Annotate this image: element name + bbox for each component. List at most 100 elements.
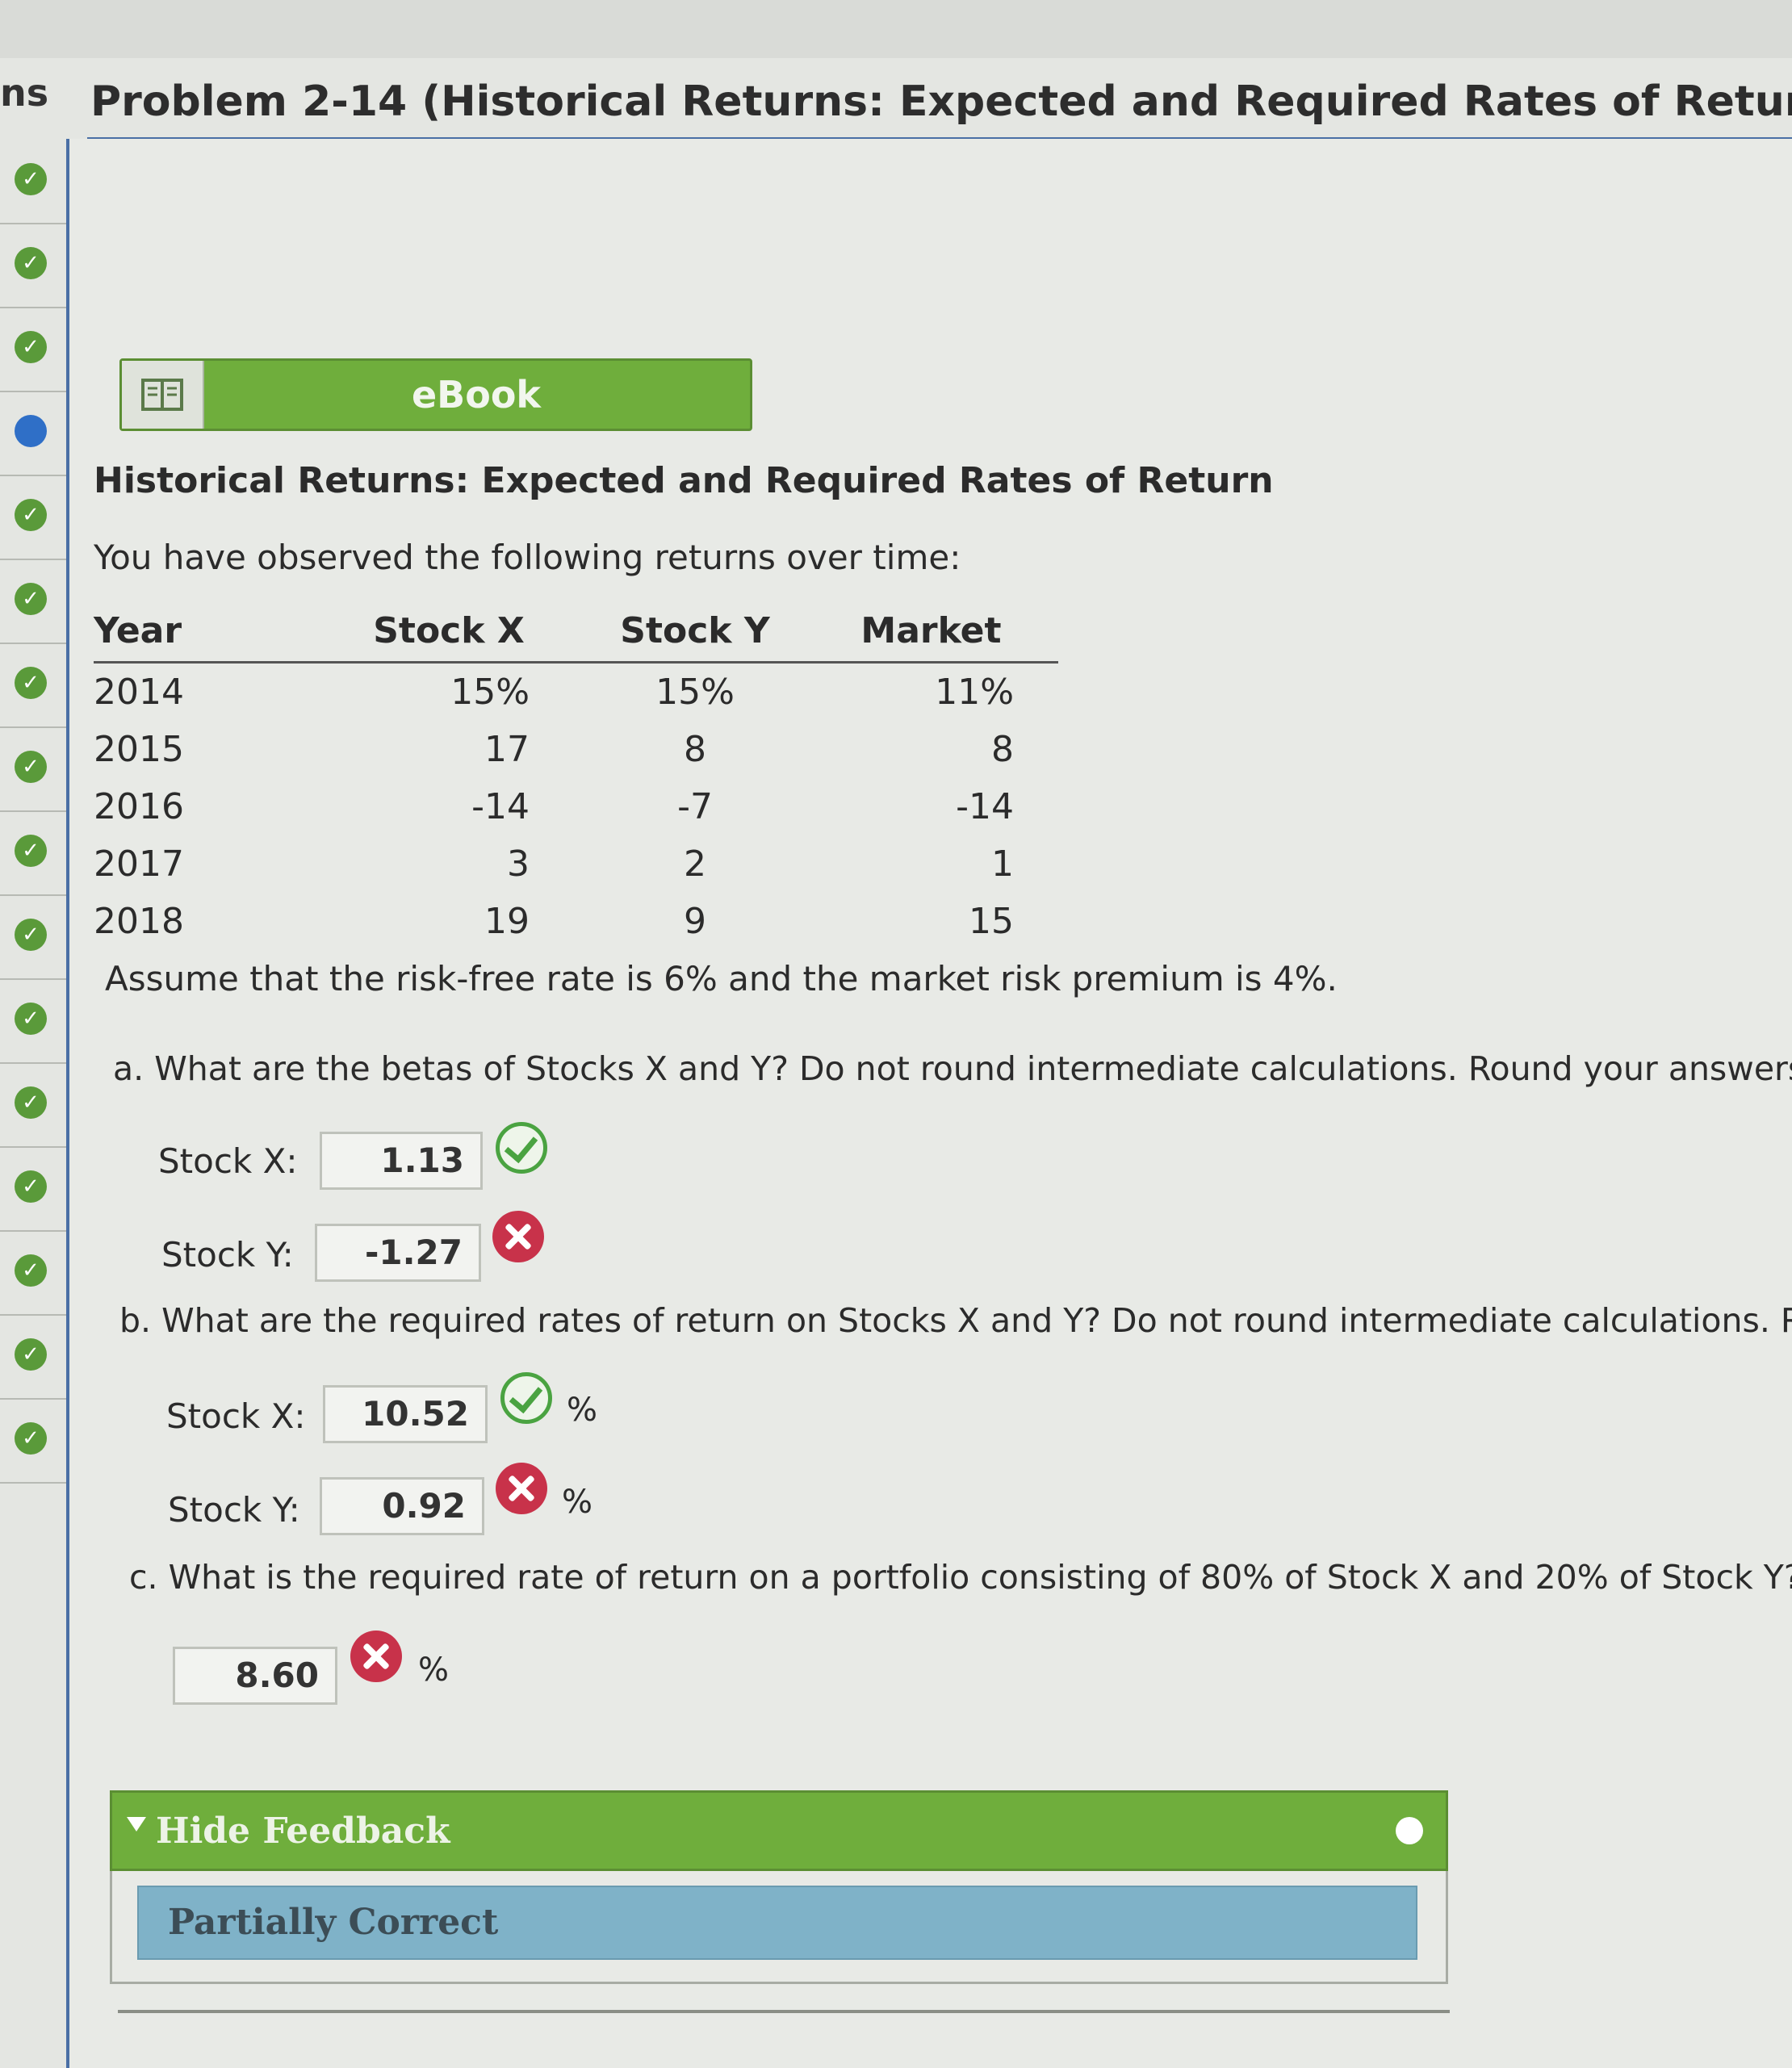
nav-item-5[interactable]: ✓ xyxy=(0,475,66,560)
page-title: Problem 2-14 (Historical Returns: Expect… xyxy=(90,77,1792,126)
assumption-text: Assume that the risk-free rate is 6% and… xyxy=(105,959,1338,998)
check-icon: ✓ xyxy=(15,1338,47,1371)
cell-year: 2015 xyxy=(94,729,184,770)
part-c-input[interactable]: 8.60 xyxy=(173,1647,337,1705)
status-dot-icon xyxy=(1396,1817,1423,1844)
cell-stock-y: 15% xyxy=(655,672,735,713)
nav-item-1[interactable]: ✓ xyxy=(0,139,66,224)
nav-item-8[interactable]: ✓ xyxy=(0,726,66,812)
ebook-label: eBook xyxy=(411,373,542,417)
incorrect-x-icon xyxy=(496,1463,547,1514)
hide-feedback-label: Hide Feedback xyxy=(156,1811,450,1852)
cell-stock-y: 9 xyxy=(684,901,706,942)
table-row: 2017 3 2 1 xyxy=(94,835,1058,893)
dot-icon xyxy=(15,415,47,447)
table-row: 2016 -14 -7 -14 xyxy=(94,778,1058,835)
cell-stock-x: 19 xyxy=(484,901,530,942)
problem-intro: You have observed the following returns … xyxy=(94,538,961,577)
nav-item-2[interactable]: ✓ xyxy=(0,223,66,308)
cell-year: 2014 xyxy=(94,672,184,713)
book-icon xyxy=(122,361,204,429)
correct-check-icon xyxy=(500,1372,552,1424)
question-b: b. What are the required rates of return… xyxy=(119,1301,1792,1340)
problem-heading: Historical Returns: Expected and Require… xyxy=(94,460,1274,501)
cell-stock-y: 8 xyxy=(684,729,706,770)
cell-stock-x: 3 xyxy=(507,844,530,885)
incorrect-x-icon xyxy=(350,1631,402,1682)
nav-item-10[interactable]: ✓ xyxy=(0,894,66,980)
table-row: 2014 15% 15% 11% xyxy=(94,663,1058,722)
question-nav: ✓ ✓ ✓ ✓ ✓ ✓ ✓ ✓ ✓ ✓ ✓ ✓ ✓ ✓ ✓ xyxy=(0,139,66,1527)
percent-unit: % xyxy=(567,1392,598,1429)
nav-item-7[interactable]: ✓ xyxy=(0,643,66,728)
cell-stock-y: 2 xyxy=(684,844,706,885)
part-b-stock-y-input[interactable]: 0.92 xyxy=(320,1477,484,1535)
ebook-button[interactable]: eBook xyxy=(119,358,752,431)
nav-item-11[interactable]: ✓ xyxy=(0,978,66,1064)
cell-year: 2017 xyxy=(94,844,184,885)
incorrect-x-icon xyxy=(492,1211,544,1262)
cell-market: 8 xyxy=(991,729,1014,770)
check-icon: ✓ xyxy=(15,583,47,615)
col-header-market: Market xyxy=(804,607,1058,664)
check-icon: ✓ xyxy=(15,1086,47,1119)
nav-item-3[interactable]: ✓ xyxy=(0,307,66,392)
part-a-stock-y-label: Stock Y: xyxy=(161,1235,294,1275)
check-icon: ✓ xyxy=(15,1003,47,1035)
check-icon: ✓ xyxy=(15,331,47,363)
cell-stock-x: 17 xyxy=(484,729,530,770)
check-icon: ✓ xyxy=(15,751,47,783)
sidebar-header-label: ns xyxy=(0,71,49,115)
cell-market: 15 xyxy=(969,901,1014,942)
percent-unit: % xyxy=(418,1651,450,1689)
col-header-year: Year xyxy=(94,607,312,664)
cell-market: -14 xyxy=(956,786,1014,827)
nav-item-12[interactable]: ✓ xyxy=(0,1062,66,1148)
check-icon: ✓ xyxy=(15,163,47,195)
part-b-stock-x-label: Stock X: xyxy=(166,1396,306,1436)
triangle-down-icon xyxy=(127,1817,146,1831)
percent-unit: % xyxy=(562,1484,593,1521)
nav-item-13[interactable]: ✓ xyxy=(0,1146,66,1232)
check-icon: ✓ xyxy=(15,667,47,699)
nav-item-4[interactable] xyxy=(0,391,66,476)
cell-stock-x: 15% xyxy=(450,672,530,713)
cell-stock-x: -14 xyxy=(471,786,530,827)
question-c: c. What is the required rate of return o… xyxy=(129,1558,1792,1597)
nav-item-16[interactable]: ✓ xyxy=(0,1398,66,1484)
part-b-stock-y-label: Stock Y: xyxy=(168,1490,300,1530)
cell-year: 2018 xyxy=(94,901,184,942)
question-a: a. What are the betas of Stocks X and Y?… xyxy=(113,1049,1792,1088)
hide-feedback-toggle[interactable]: Hide Feedback xyxy=(110,1790,1448,1871)
check-icon: ✓ xyxy=(15,1422,47,1455)
check-icon: ✓ xyxy=(15,1254,47,1287)
top-bar xyxy=(0,0,1792,58)
check-icon: ✓ xyxy=(15,919,47,951)
check-icon: ✓ xyxy=(15,247,47,279)
nav-item-15[interactable]: ✓ xyxy=(0,1314,66,1400)
part-a-stock-x-input[interactable]: 1.13 xyxy=(320,1132,483,1190)
part-a-stock-y-input[interactable]: -1.27 xyxy=(315,1224,481,1282)
feedback-status-text: Partially Correct xyxy=(168,1902,499,1943)
bottom-divider xyxy=(118,2010,1450,2013)
col-header-stock-x: Stock X xyxy=(312,607,586,664)
check-icon: ✓ xyxy=(15,1170,47,1203)
feedback-status-banner: Partially Correct xyxy=(137,1886,1417,1960)
nav-item-9[interactable]: ✓ xyxy=(0,810,66,896)
part-a-stock-x-label: Stock X: xyxy=(158,1141,298,1181)
nav-item-14[interactable]: ✓ xyxy=(0,1230,66,1316)
table-row: 2015 17 8 8 xyxy=(94,721,1058,778)
correct-check-icon xyxy=(496,1122,547,1174)
cell-stock-y: -7 xyxy=(677,786,713,827)
check-icon: ✓ xyxy=(15,835,47,867)
returns-table: Year Stock X Stock Y Market 2014 15% 15%… xyxy=(94,607,1058,950)
nav-item-6[interactable]: ✓ xyxy=(0,559,66,644)
cell-market: 1 xyxy=(991,844,1014,885)
check-icon: ✓ xyxy=(15,499,47,531)
col-header-stock-y: Stock Y xyxy=(586,607,804,664)
table-row: 2018 19 9 15 xyxy=(94,893,1058,950)
cell-year: 2016 xyxy=(94,786,184,827)
part-b-stock-x-input[interactable]: 10.52 xyxy=(323,1385,488,1443)
table-header-row: Year Stock X Stock Y Market xyxy=(94,607,1058,664)
cell-market: 11% xyxy=(935,672,1014,713)
